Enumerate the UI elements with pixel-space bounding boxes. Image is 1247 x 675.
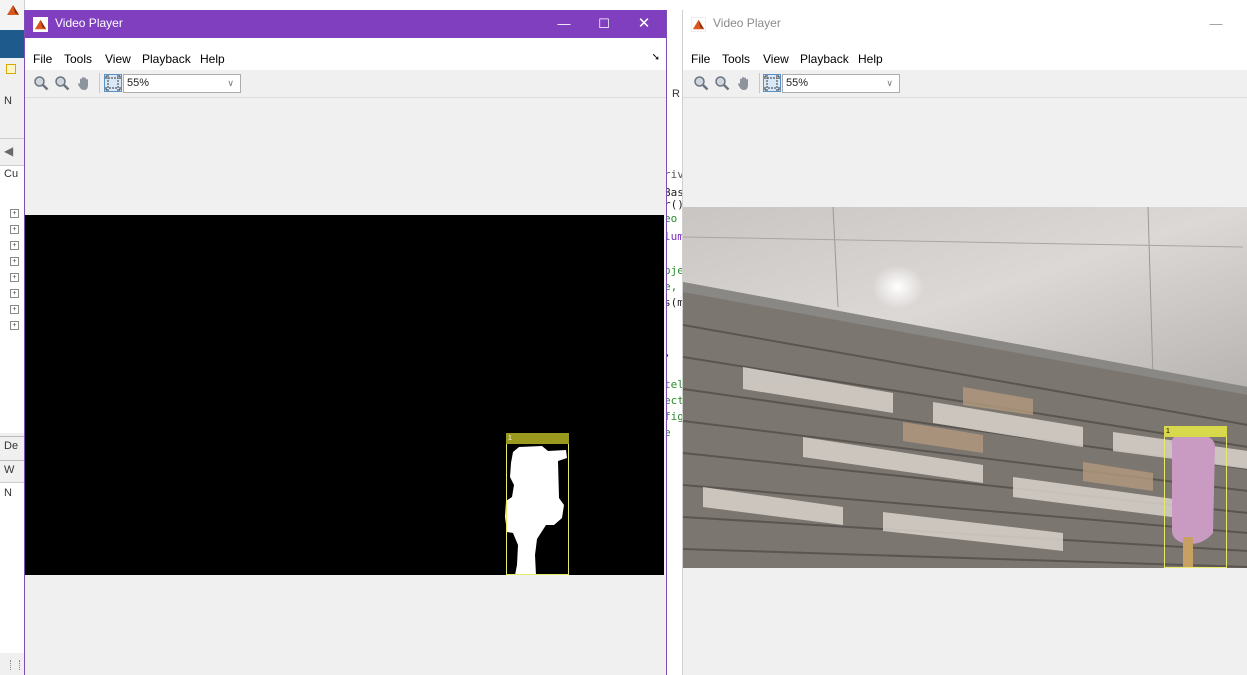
file-tree-sliver: + + + + + + + +: [0, 183, 24, 433]
panel-label: De: [4, 440, 19, 452]
menu-tools[interactable]: Tools: [722, 52, 750, 66]
menu-help[interactable]: Help: [200, 52, 225, 66]
details-header-sliver: De: [0, 436, 24, 457]
tree-expand-icon[interactable]: +: [10, 241, 19, 250]
desktop-tabstrip-sliver: [0, 30, 24, 58]
window-title: Video Player: [713, 16, 781, 30]
back-arrow-icon[interactable]: ◀: [4, 144, 13, 158]
matlab-logo-icon: [691, 17, 706, 32]
pan-hand-icon[interactable]: [736, 75, 752, 91]
toolstrip-letter: R: [672, 88, 680, 100]
tree-expand-icon[interactable]: +: [10, 273, 19, 282]
toolstrip-letter: N: [4, 95, 12, 107]
toolbar-separator: [99, 73, 100, 93]
menu-file[interactable]: File: [33, 52, 52, 66]
tree-expand-icon[interactable]: +: [10, 257, 19, 266]
chevron-down-icon: ∨: [886, 78, 893, 88]
fit-to-window-icon[interactable]: [104, 74, 122, 92]
grip-icon: [10, 660, 20, 670]
desktop-toolstrip-sliver: N: [0, 58, 24, 139]
video-player-window-right[interactable]: Video Player — File Tools View Playback …: [682, 10, 1247, 675]
minimize-button[interactable]: —: [1196, 10, 1236, 38]
zoom-value: 55%: [786, 77, 809, 89]
menu-tools[interactable]: Tools: [64, 52, 92, 66]
minimize-button[interactable]: —: [544, 10, 584, 38]
titlebar-gap: [25, 38, 666, 48]
close-button[interactable]: ✕: [624, 10, 664, 38]
panel-label: W: [4, 464, 15, 476]
panel-label: Cu: [4, 168, 19, 180]
video-player-window-left[interactable]: Video Player — ☐ ✕ File Tools View Playb…: [24, 10, 667, 675]
zoom-dropdown[interactable]: 55% ∨: [782, 74, 900, 93]
menu-view[interactable]: View: [763, 52, 789, 66]
camera-scene-image: [683, 207, 1247, 568]
tree-expand-icon[interactable]: +: [10, 209, 19, 218]
camera-video-frame: 1: [683, 207, 1247, 568]
titlebar[interactable]: Video Player —: [683, 10, 1247, 38]
tracker-id-label: 1: [1164, 426, 1227, 437]
matlab-logo-icon: [7, 5, 19, 15]
titlebar-gap: [683, 38, 1247, 48]
panel-label: N: [4, 487, 12, 499]
tracker-id-label: 1: [506, 433, 569, 444]
zoom-value: 55%: [127, 77, 150, 89]
chevron-down-icon: ∨: [227, 78, 234, 88]
dock-arrow-icon[interactable]: ➘: [652, 52, 660, 63]
matlab-desktop-background: N ◀ Cu + + + + + + + + De W N: [0, 0, 25, 675]
desktop-nav-sliver: ◀: [0, 144, 24, 160]
menu-playback[interactable]: Playback: [800, 52, 849, 66]
tree-expand-icon[interactable]: +: [10, 321, 19, 330]
workspace-body-sliver: N: [0, 482, 24, 653]
desktop-titlebar-sliver: [0, 0, 24, 30]
menu-help[interactable]: Help: [858, 52, 883, 66]
video-frame-mask: 1: [25, 215, 664, 575]
titlebar[interactable]: Video Player — ☐ ✕: [25, 10, 666, 38]
menu-bar: File Tools View Playback Help: [683, 48, 1247, 70]
zoom-in-icon[interactable]: [693, 75, 709, 91]
zoom-dropdown[interactable]: 55% ∨: [123, 74, 241, 93]
desktop-statusbar-sliver: [0, 655, 24, 675]
toolbar: 55% ∨: [683, 70, 1247, 98]
menu-playback[interactable]: Playback: [142, 52, 191, 66]
tracker-bounding-box: [1164, 426, 1227, 568]
new-script-icon[interactable]: [6, 64, 16, 74]
fit-to-window-icon[interactable]: [763, 74, 781, 92]
maximize-button[interactable]: ☐: [584, 10, 624, 38]
workspace-header-sliver: W: [0, 460, 24, 481]
menu-view[interactable]: View: [105, 52, 131, 66]
current-folder-header-sliver: Cu: [0, 165, 24, 185]
menu-file[interactable]: File: [691, 52, 710, 66]
toolbar-separator: [759, 73, 760, 93]
window-title: Video Player: [55, 16, 123, 30]
menu-bar: File Tools View Playback Help ➘: [25, 48, 666, 70]
zoom-out-icon[interactable]: [54, 75, 70, 91]
matlab-logo-icon: [33, 17, 48, 32]
zoom-in-icon[interactable]: [33, 75, 49, 91]
pan-hand-icon[interactable]: [76, 75, 92, 91]
tree-expand-icon[interactable]: +: [10, 225, 19, 234]
tree-expand-icon[interactable]: +: [10, 289, 19, 298]
tracker-bounding-box: [506, 433, 569, 575]
toolbar: 55% ∨: [25, 70, 666, 98]
tree-expand-icon[interactable]: +: [10, 305, 19, 314]
zoom-out-icon[interactable]: [714, 75, 730, 91]
